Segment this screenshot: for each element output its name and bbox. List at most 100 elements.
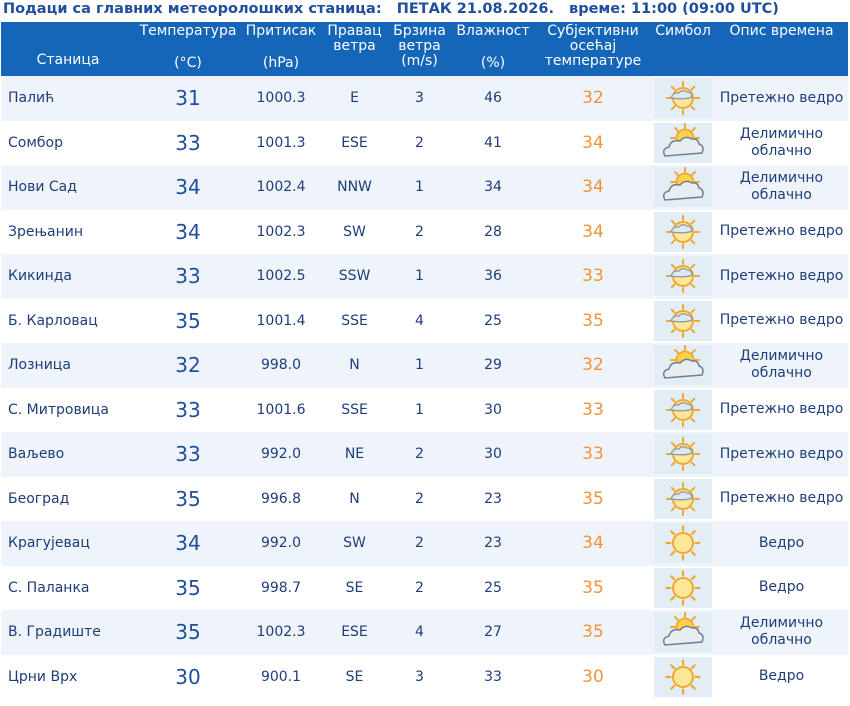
temperature-value: 35 — [175, 486, 201, 511]
weather-description: Претежно ведро — [719, 312, 844, 329]
weather-symbol-cell — [651, 210, 715, 255]
wind-speed-value: 2 — [415, 579, 424, 596]
weather-symbol-cell — [651, 477, 715, 522]
wind-direction-value: NE — [344, 446, 365, 463]
feels-like-value: 35 — [582, 488, 604, 509]
humidity-value: 25 — [484, 579, 502, 596]
station-name: Кикинда — [8, 268, 73, 285]
station-name: С. Паланка — [8, 579, 90, 596]
pressure-value: 1001.4 — [256, 312, 306, 329]
station-name: С. Митровица — [8, 401, 109, 418]
wind-speed-value: 1 — [415, 357, 424, 374]
temperature-value: 30 — [175, 664, 201, 689]
sun-icon — [654, 567, 712, 608]
weather-symbol-cell — [651, 76, 715, 121]
weather-description: Претежно ведро — [719, 401, 844, 418]
humidity-value: 25 — [484, 312, 502, 329]
feels-like-value: 30 — [582, 666, 604, 687]
weather-description: Делимично облачно — [739, 170, 824, 204]
wind-speed-value: 3 — [415, 90, 424, 107]
wind-direction-value: N — [349, 490, 360, 507]
pressure-value: 992.0 — [260, 446, 302, 463]
station-name: Крагујевац — [8, 535, 90, 552]
feels-like-value: 33 — [582, 266, 604, 287]
weather-description: Делимично облачно — [739, 125, 824, 159]
wind-speed-value: 4 — [415, 312, 424, 329]
weather-description: Претежно ведро — [719, 223, 844, 240]
table-row: Београд 35 996.8 N 2 23 35 Претежно ведро — [1, 476, 848, 522]
humidity-value: 36 — [484, 268, 502, 285]
station-name: Зрењанин — [8, 223, 84, 240]
header-symbol: Симбол — [655, 23, 711, 39]
weather-description: Претежно ведро — [719, 490, 844, 507]
temperature-value: 31 — [175, 86, 201, 111]
temperature-value: 33 — [175, 264, 201, 289]
table-header-row: Станица Температура (°C) Притисак (hPa) … — [1, 22, 848, 76]
table-row: Кикинда 33 1002.5 SSW 1 36 33 Претежно ведро — [1, 254, 848, 299]
wind-direction-value: SSE — [341, 312, 368, 329]
pressure-value: 998.0 — [260, 357, 302, 374]
humidity-value: 29 — [484, 357, 502, 374]
header-temperature: Температура (°C) — [135, 22, 241, 76]
wind-speed-value: 1 — [415, 179, 424, 196]
header-humidity-label: Влажност — [456, 23, 530, 39]
header-station: Станица — [36, 52, 100, 68]
station-name: Црни Врх — [8, 668, 78, 685]
wind-speed-value: 2 — [415, 223, 424, 240]
weather-symbol-cell — [651, 610, 715, 655]
feels-like-value: 33 — [582, 444, 604, 465]
humidity-value: 30 — [484, 401, 502, 418]
sun-behind-cloud-icon — [654, 256, 712, 297]
header-wind-speed-unit: (m/s) — [401, 53, 438, 69]
pressure-value: 1001.3 — [256, 134, 306, 151]
humidity-value: 30 — [484, 446, 502, 463]
wind-speed-value: 1 — [415, 268, 424, 285]
pressure-value: 1001.6 — [256, 401, 306, 418]
weather-stations-table: Станица Температура (°C) Притисак (hPa) … — [1, 22, 848, 699]
weather-symbol-cell — [651, 521, 715, 566]
temperature-value: 34 — [175, 175, 201, 200]
weather-description: Претежно ведро — [719, 267, 844, 284]
wind-speed-value: 2 — [415, 535, 424, 552]
station-name: Палић — [8, 90, 55, 107]
pressure-value: 1002.5 — [256, 268, 306, 285]
table-row: Б. Карловац 35 1001.4 SSE 4 25 35 Претежно ведр… — [1, 298, 848, 343]
header-wind-speed: Брзина ветра (m/s) — [388, 22, 451, 76]
pressure-value: 996.8 — [260, 490, 302, 507]
table-row: Крагујевац 34 992.0 SW 2 23 34 Ведро — [1, 521, 848, 566]
feels-like-value: 35 — [582, 622, 604, 643]
station-name: Лозница — [8, 357, 71, 374]
header-pressure-unit: (hPa) — [262, 55, 300, 71]
feels-like-value: 33 — [582, 399, 604, 420]
wind-speed-value: 2 — [415, 446, 424, 463]
feels-like-value: 34 — [582, 533, 604, 554]
feels-like-value: 35 — [582, 577, 604, 598]
pressure-value: 1002.3 — [256, 624, 306, 641]
sun-icon — [654, 656, 712, 697]
table-row: Лозница 32 998.0 N 1 29 32 Делимично облачно — [1, 343, 848, 388]
sun-icon — [654, 523, 712, 564]
feels-like-value: 32 — [582, 355, 604, 376]
wind-direction-value: SW — [343, 223, 366, 240]
sun-behind-cloud-icon — [654, 389, 712, 430]
wind-direction-value: E — [350, 90, 359, 107]
header-feels-like: Субјективни осећај температуре — [544, 23, 642, 69]
header-description: Опис времена — [729, 23, 834, 39]
sun-behind-cloud-icon — [654, 300, 712, 341]
weather-description: Ведро — [758, 534, 805, 551]
header-temperature-label: Температура — [139, 23, 237, 39]
table-row: Сомбор 33 1001.3 ESE 2 41 34 Делимично облачно — [1, 120, 848, 165]
weather-description: Претежно ведро — [719, 445, 844, 462]
title-date: ПЕТАК 21.08.2026. — [396, 1, 554, 17]
weather-symbol-cell — [651, 343, 715, 388]
temperature-value: 34 — [175, 219, 201, 244]
title-prefix: Подаци са главних метеоролошких станица: — [3, 1, 382, 17]
temperature-value: 34 — [175, 531, 201, 556]
header-wind-direction: Правац ветра — [327, 23, 382, 54]
partly-cloudy-icon — [654, 122, 712, 163]
humidity-value: 34 — [484, 179, 502, 196]
pressure-value: 900.1 — [260, 668, 302, 685]
humidity-value: 33 — [484, 668, 502, 685]
table-row: Ваљево 33 992.0 NE 2 30 33 Претежно ведро — [1, 432, 848, 477]
temperature-value: 35 — [175, 620, 201, 645]
